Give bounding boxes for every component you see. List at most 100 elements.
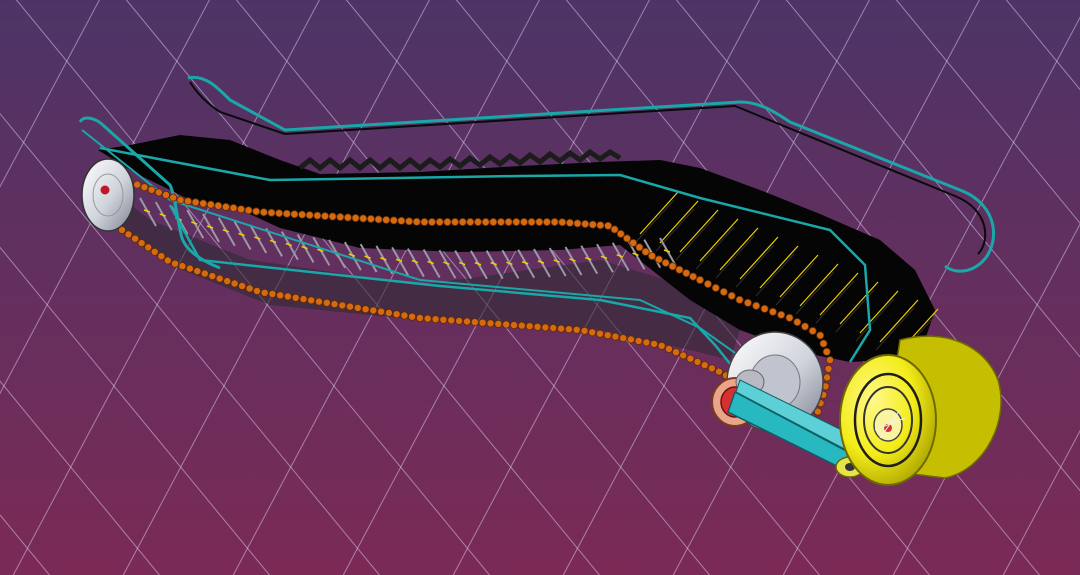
chain-link — [144, 243, 153, 252]
chain-link — [581, 219, 590, 228]
chain-link — [648, 251, 657, 260]
chain-link — [564, 325, 573, 334]
chain-link — [412, 217, 421, 226]
chain-link — [512, 217, 521, 226]
chain-link — [533, 322, 542, 331]
chain-link — [423, 314, 432, 323]
chain-link — [291, 293, 300, 302]
chain-link — [268, 289, 277, 298]
chain-link — [377, 307, 386, 316]
chain-link — [696, 275, 705, 284]
chain-link — [150, 247, 159, 256]
chain-link — [623, 234, 632, 243]
chain-link — [558, 218, 567, 227]
chain-link — [603, 331, 612, 340]
chain-link — [361, 305, 370, 314]
chain-link — [322, 298, 331, 307]
chain-link — [557, 324, 566, 333]
chain-link — [703, 279, 712, 288]
chain-link — [338, 301, 347, 310]
chain-link — [686, 354, 695, 363]
chain-link — [131, 234, 140, 243]
chain-link — [481, 217, 490, 226]
chain-link — [527, 217, 536, 226]
chain-link — [462, 317, 471, 326]
cad-viewport[interactable] — [0, 0, 1080, 575]
chain-link — [700, 361, 709, 370]
chain-link — [154, 188, 163, 197]
chain-link — [541, 323, 550, 332]
chain-link — [163, 256, 172, 265]
chain-link — [668, 262, 677, 271]
chain-link — [359, 214, 368, 223]
chain-link — [230, 279, 239, 288]
viewport-canvas[interactable] — [0, 0, 1080, 575]
chain-link — [351, 213, 360, 222]
chain-link — [208, 272, 217, 281]
chain-link — [610, 225, 619, 234]
chain-link — [191, 198, 200, 207]
chain-link — [200, 269, 209, 278]
chain-link — [824, 364, 833, 373]
chain-link — [282, 209, 291, 218]
chain-link — [267, 208, 276, 217]
chain-link — [455, 316, 464, 325]
chain-link — [626, 335, 635, 344]
chain-link — [502, 320, 511, 329]
chain-link — [822, 347, 831, 356]
chain-link — [431, 315, 440, 324]
chain-link — [466, 217, 475, 226]
chain-link — [604, 221, 613, 230]
chain-link — [397, 216, 406, 225]
chain-link — [489, 217, 498, 226]
chain-link — [473, 217, 482, 226]
chain-link — [580, 326, 589, 335]
chain-link — [320, 212, 329, 221]
chain-link — [435, 217, 444, 226]
chain-link — [760, 304, 769, 313]
chain-link — [768, 307, 777, 316]
chain-link — [535, 217, 544, 226]
chain-link — [777, 310, 786, 319]
chain-link — [657, 341, 666, 350]
chain-link — [206, 200, 215, 209]
chain-link — [238, 281, 247, 290]
chain-link — [374, 215, 383, 224]
chain-link — [642, 338, 651, 347]
chain-link — [405, 217, 414, 226]
chain-link — [808, 326, 817, 335]
chain-link — [542, 217, 551, 226]
chain-link — [408, 312, 417, 321]
chain-link — [290, 210, 299, 219]
chain-link — [727, 291, 736, 300]
chain-link — [221, 202, 230, 211]
chain-link — [237, 205, 246, 214]
chain-link — [816, 331, 825, 340]
chain-link — [392, 310, 401, 319]
chain-link — [743, 298, 752, 307]
chain-link — [245, 284, 254, 293]
chain-link — [137, 239, 146, 248]
chain-link — [244, 206, 253, 215]
chain-link — [707, 364, 716, 373]
return-sprocket[interactable] — [81, 158, 135, 232]
chain-link — [752, 301, 761, 310]
chain-link — [509, 321, 518, 330]
chain-link — [229, 203, 238, 212]
chain-link — [719, 287, 728, 296]
chain-link — [672, 348, 681, 357]
chain-link — [185, 264, 194, 273]
chain-link — [588, 220, 597, 229]
chain-link — [124, 230, 133, 239]
chain-link — [573, 219, 582, 228]
chain-link — [384, 308, 393, 317]
chain-link — [147, 185, 156, 194]
chain-link — [496, 217, 505, 226]
chain-link — [596, 221, 605, 230]
chain-link — [369, 306, 378, 315]
chain-link — [711, 283, 720, 292]
chain-link — [634, 336, 643, 345]
chain-link — [389, 216, 398, 225]
chain-link — [596, 329, 605, 338]
chain-link — [470, 318, 479, 327]
